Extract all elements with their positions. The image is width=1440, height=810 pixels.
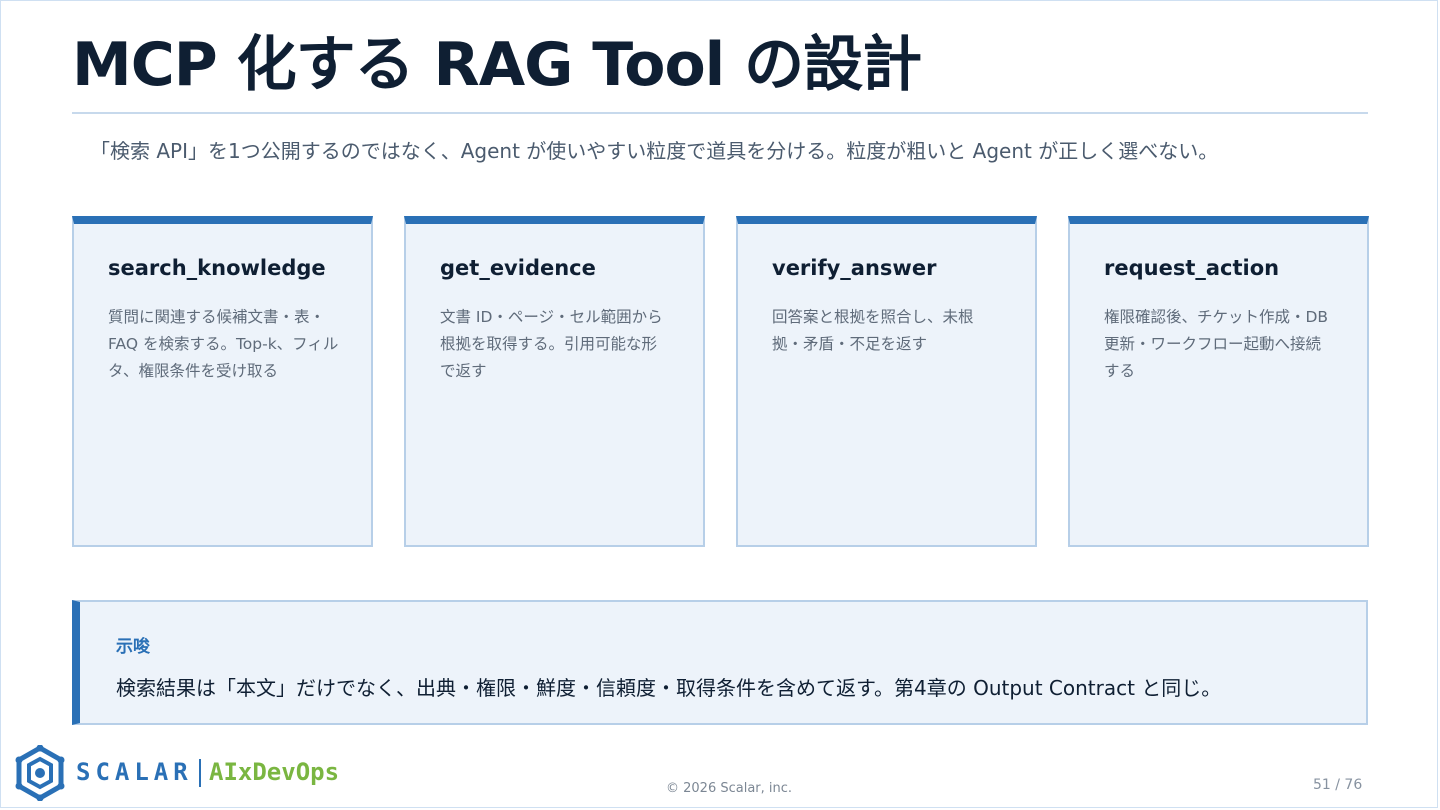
copyright-text: © 2026 Scalar, inc. xyxy=(666,781,793,796)
page-number: 51 / 76 xyxy=(1313,777,1363,793)
card-description: 回答案と根拠を照合し、未根拠・矛盾・不足を返す xyxy=(772,308,974,353)
card-title: get_evidence xyxy=(440,256,596,280)
scalar-logo-icon xyxy=(15,745,65,801)
brand-divider xyxy=(199,759,201,787)
card-description: 文書 ID・ページ・セル範囲から根拠を取得する。引用可能な形で返す xyxy=(440,308,663,380)
card-description: 質問に関連する候補文書・表・FAQ を検索する。Top-k、フィルタ、権限条件を… xyxy=(108,308,339,380)
brand-subtitle: AIxDevOps xyxy=(209,758,340,786)
insight-text: 検索結果は「本文」だけでなく、出典・権限・鮮度・信頼度・取得条件を含めて返す。第… xyxy=(116,676,1222,700)
brand-name: SCALAR xyxy=(76,758,193,786)
slide-subtitle: 「検索 API」を1つ公開するのではなく、Agent が使いやすい粒度で道具を分… xyxy=(90,139,1219,163)
tool-card-search-knowledge: search_knowledge 質問に関連する候補文書・表・FAQ を検索する… xyxy=(72,216,373,547)
title-divider xyxy=(72,112,1368,114)
tool-card-verify-answer: verify_answer 回答案と根拠を照合し、未根拠・矛盾・不足を返す xyxy=(736,216,1037,547)
slide-title: MCP 化する RAG Tool の設計 xyxy=(72,30,922,100)
tool-card-request-action: request_action 権限確認後、チケット作成・DB 更新・ワークフロー… xyxy=(1068,216,1369,547)
insight-label: 示唆 xyxy=(116,637,150,657)
card-description: 権限確認後、チケット作成・DB 更新・ワークフロー起動へ接続する xyxy=(1104,308,1329,380)
tool-card-get-evidence: get_evidence 文書 ID・ページ・セル範囲から根拠を取得する。引用可… xyxy=(404,216,705,547)
card-title: verify_answer xyxy=(772,256,937,280)
card-title: request_action xyxy=(1104,256,1280,280)
insight-callout: 示唆 検索結果は「本文」だけでなく、出典・権限・鮮度・信頼度・取得条件を含めて返… xyxy=(72,600,1368,725)
card-title: search_knowledge xyxy=(108,256,326,280)
